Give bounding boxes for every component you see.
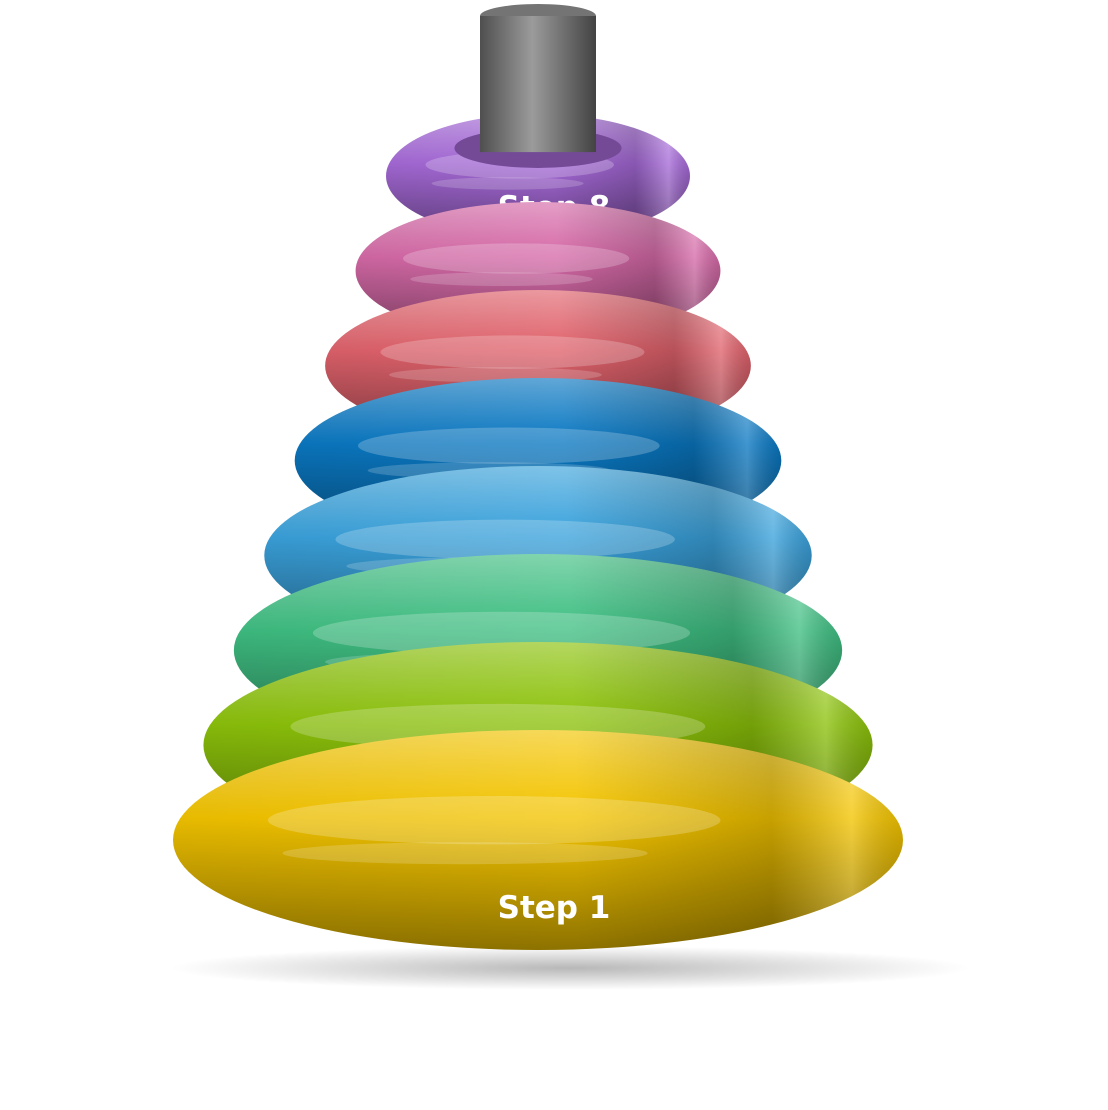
ring-step-1: Step 1 — [173, 730, 903, 950]
pyramid-diagram: Step 8Step 7Step 6Step 5Step 4Step 3Step… — [0, 0, 1108, 1110]
step-label-1: Step 1 — [498, 890, 611, 926]
rings-layer: Step 8Step 7Step 6Step 5Step 4Step 3Step… — [173, 4, 903, 950]
ground-shadow — [170, 946, 970, 990]
ring-stack: Step 8Step 7Step 6Step 5Step 4Step 3Step… — [170, 4, 970, 990]
